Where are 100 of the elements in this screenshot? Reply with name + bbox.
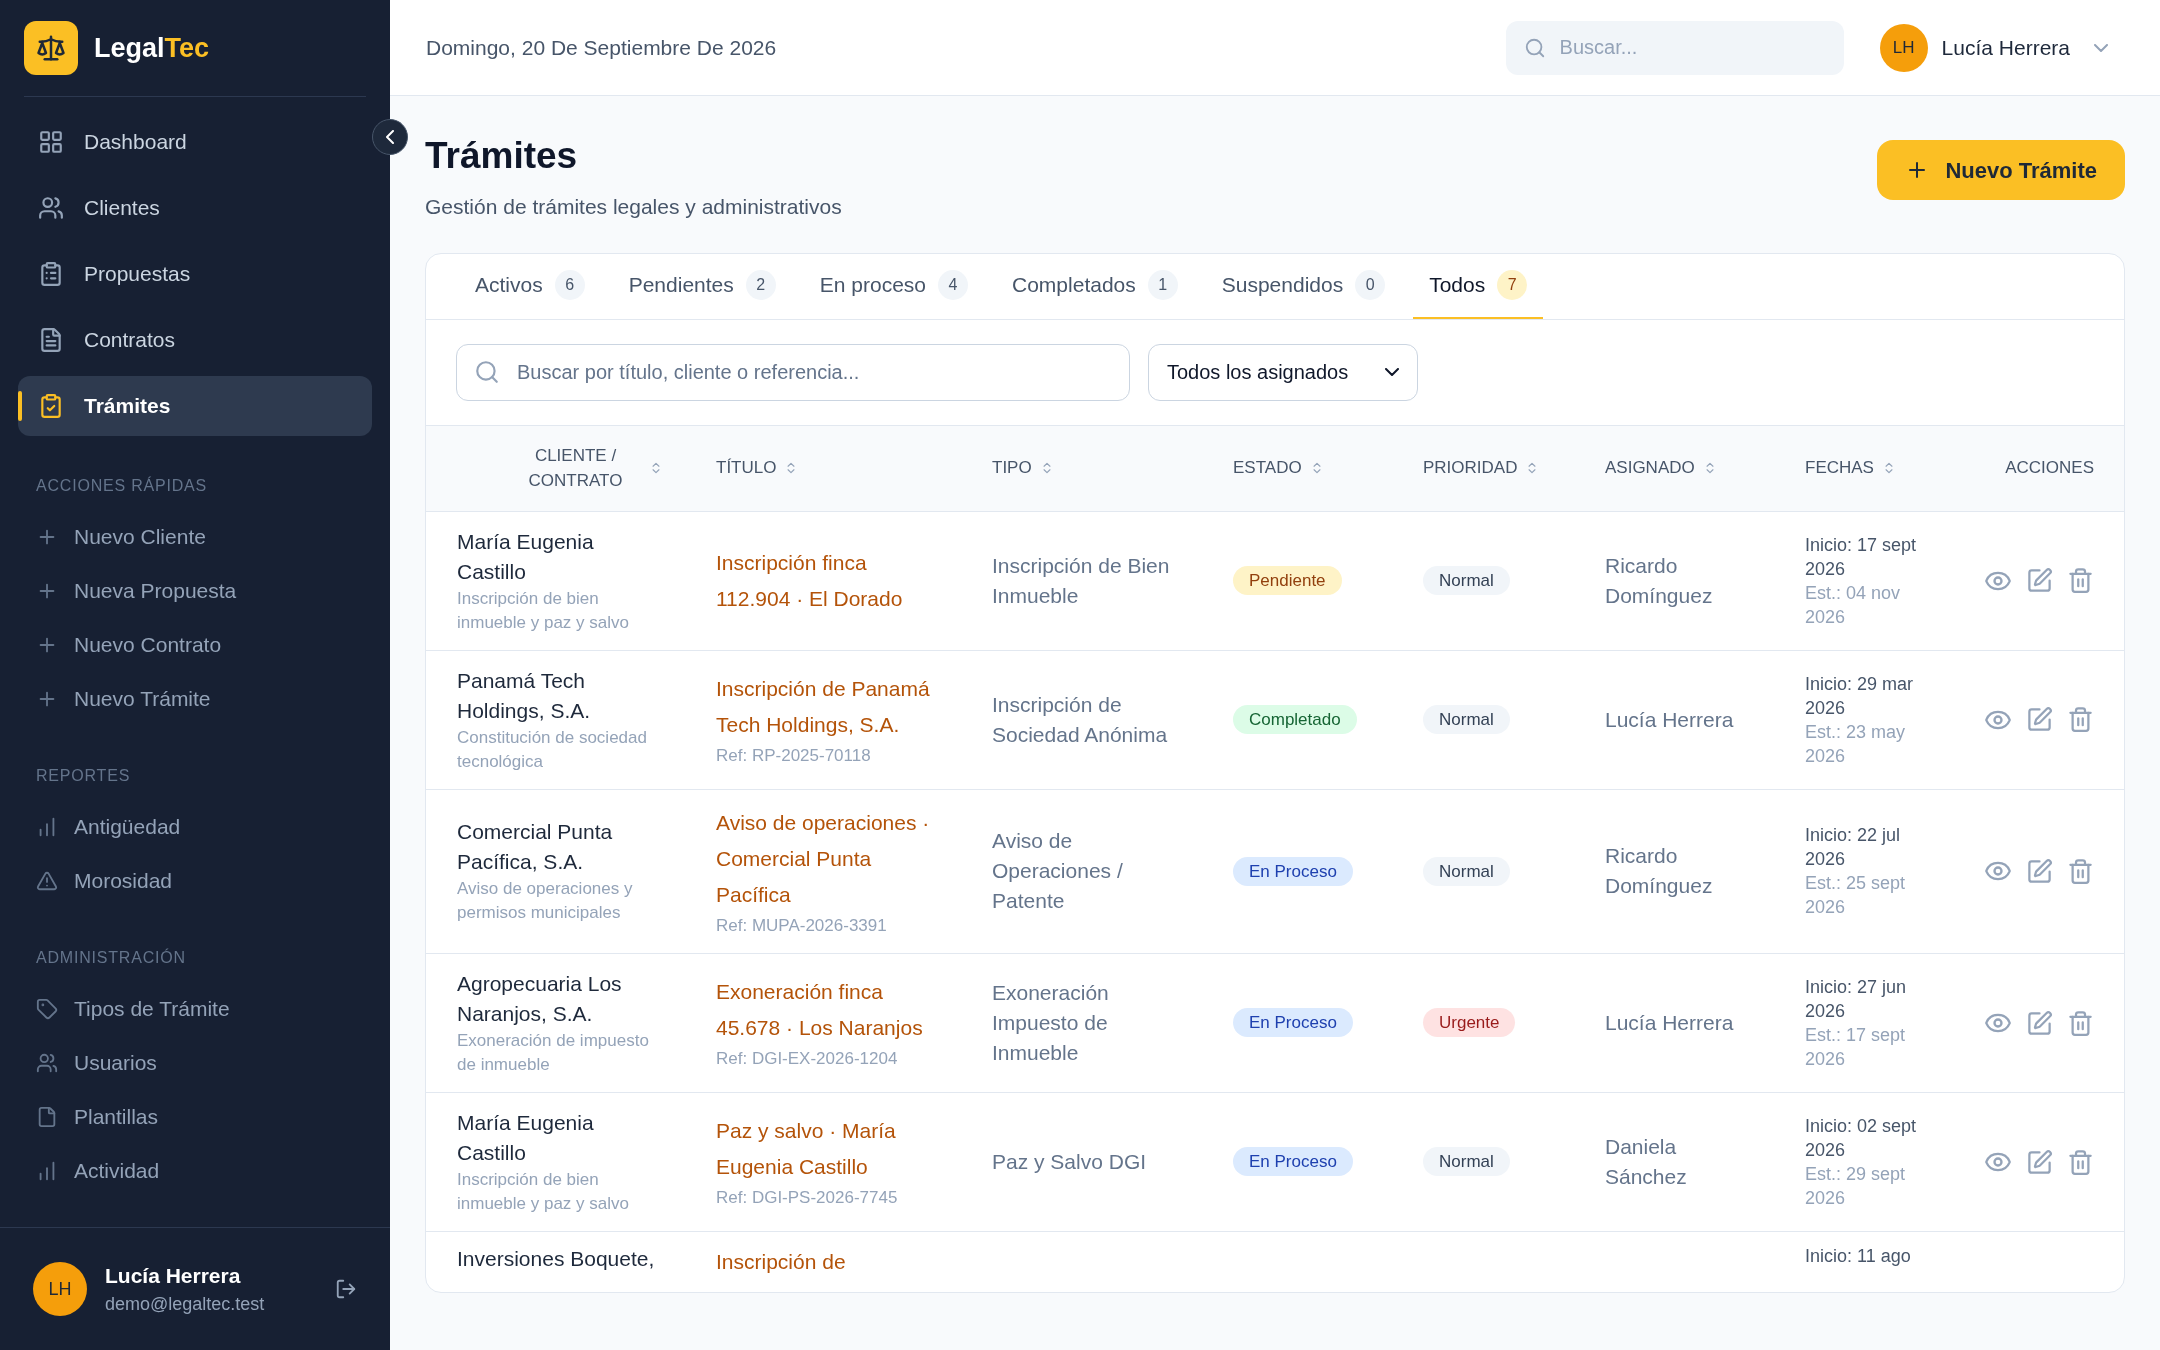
file-icon <box>36 1106 58 1128</box>
trash-icon[interactable] <box>2067 567 2094 594</box>
user-menu[interactable]: LH Lucía Herrera <box>1879 23 2108 72</box>
table-search-field[interactable]: Buscar por título, cliente o referencia... <box>456 343 1130 401</box>
tab[interactable]: Pendientes 2 <box>612 253 792 319</box>
tramite-title[interactable]: Paz y salvo · María Eugenia Castillo <box>716 1113 936 1186</box>
edit-icon[interactable] <box>2026 706 2053 733</box>
trash-icon[interactable] <box>2067 857 2094 885</box>
avatar: LH <box>1879 23 1928 72</box>
section-title: ACCIONES RÁPIDAS <box>36 475 209 496</box>
status-badge: Completado <box>1233 704 1357 734</box>
edit-icon[interactable] <box>2026 1009 2053 1037</box>
tab[interactable]: Completados 1 <box>996 253 1194 319</box>
edit-icon[interactable] <box>2026 1148 2053 1176</box>
tab[interactable]: Suspendidos 0 <box>1205 253 1402 319</box>
column-header: ESTADO <box>1233 457 1302 480</box>
priority-badge: Normal <box>1423 704 1510 734</box>
sidebar-link[interactable]: Nuevo Contrato <box>36 618 354 672</box>
warning-icon <box>36 870 58 892</box>
client-description: Inscripción de bien inmueble y paz y salvo <box>457 1169 630 1215</box>
section-title: ADMINISTRACIÓN <box>36 947 187 968</box>
clipboard-icon <box>38 393 64 419</box>
column-header: TIPO <box>992 457 1032 480</box>
section-title: REPORTES <box>36 766 132 786</box>
tramite-type: Exoneración Impuesto de Inmueble <box>992 981 1109 1064</box>
clipboard-icon <box>38 261 64 287</box>
priority-badge: Urgente <box>1423 1008 1516 1038</box>
collapse-button[interactable] <box>372 119 408 155</box>
sidebar-link[interactable]: Tipos de Trámite <box>36 982 354 1036</box>
priority-badge: Normal <box>1423 856 1510 886</box>
nav-item[interactable]: Propuestas <box>18 244 372 304</box>
status-badge: En Proceso <box>1233 856 1353 886</box>
tramite-type: Aviso de Operaciones / Patente <box>992 829 1123 913</box>
start-date: Inicio: 27 jun 2026 <box>1805 976 1908 1023</box>
search-field[interactable]: Buscar... <box>1505 20 1844 75</box>
client-name: María Eugenia Castillo <box>457 1110 595 1166</box>
edit-icon[interactable] <box>2026 567 2053 594</box>
start-date: Inicio: 11 ago <box>1805 1245 1912 1268</box>
logout-icon[interactable] <box>335 1278 357 1300</box>
status-badge: En Proceso <box>1233 1147 1353 1177</box>
start-date: Inicio: 17 sept 2026 <box>1805 533 1918 581</box>
users-icon <box>38 195 64 221</box>
assignee: Lucía Herrera <box>1605 1011 1734 1034</box>
column-header: FECHAS <box>1805 457 1874 480</box>
column-header: TÍTULO <box>716 457 777 480</box>
new-tramite-button[interactable]: Nuevo Trámite <box>1877 140 2125 200</box>
sidebar-link[interactable]: Usuarios <box>36 1036 354 1090</box>
priority-badge: Normal <box>1423 1147 1510 1177</box>
tab-count: 1 <box>1147 270 1178 300</box>
logo-icon <box>24 21 78 75</box>
tab-count: 6 <box>554 270 585 300</box>
status-badge: En Proceso <box>1233 1008 1353 1038</box>
page-title: Trámites <box>425 134 579 178</box>
tramite-title[interactable]: Aviso de operaciones · Comercial Punta Pacífica <box>716 804 936 913</box>
reference: Ref: MUPA-2026-3391 <box>716 914 888 937</box>
assignee: Daniela Sánchez <box>1605 1135 1687 1188</box>
user-name: Lucía Herrera <box>1941 34 2070 61</box>
reference: Ref: RP-2025-70118 <box>716 744 872 767</box>
nav-item[interactable]: Clientes <box>18 178 372 238</box>
avatar: LH <box>33 1262 87 1316</box>
search-icon <box>1523 36 1546 59</box>
edit-icon[interactable] <box>2026 857 2053 885</box>
tramite-type: Inscripción de Bien Inmueble <box>992 553 1170 607</box>
trash-icon[interactable] <box>2067 1009 2094 1037</box>
user-email: demo@legaltec.test <box>105 1293 266 1317</box>
sidebar-link[interactable]: Actividad <box>36 1144 354 1198</box>
tramite-title[interactable]: Inscripción de <box>716 1244 936 1280</box>
client-description: Inscripción de bien inmueble y paz y salvo <box>457 587 630 634</box>
sidebar-link[interactable]: Nueva Propuesta <box>36 564 354 618</box>
page-subtitle: Gestión de trámites legales y administrativos <box>425 194 842 220</box>
sidebar-link[interactable]: Nuevo Cliente <box>36 510 354 564</box>
client-name: María Eugenia Castillo <box>457 528 595 585</box>
column-header: CLIENTE / CONTRATO <box>527 444 624 492</box>
tab[interactable]: Activos 6 <box>459 253 601 319</box>
nav-item[interactable]: Trámites <box>18 376 372 436</box>
client-name: Panamá Tech Holdings, S.A. <box>457 667 592 724</box>
trash-icon[interactable] <box>2067 706 2094 733</box>
assignee-dropdown[interactable]: Todos los asignados <box>1148 343 1418 401</box>
reference: Ref: DGI-PS-2026-7745 <box>716 1187 899 1210</box>
sidebar-link[interactable]: Nuevo Trámite <box>36 672 354 726</box>
sidebar-link[interactable]: Plantillas <box>36 1090 354 1144</box>
active-indicator <box>18 391 22 421</box>
nav-item[interactable]: Dashboard <box>18 112 372 172</box>
sidebar-link[interactable]: Antigüedad <box>36 800 354 854</box>
assignee: Lucía Herrera <box>1605 707 1734 731</box>
estimate-date: Est.: 23 may 2026 <box>1805 720 1907 768</box>
tab[interactable]: En proceso 4 <box>803 253 984 319</box>
nav-item[interactable]: Contratos <box>18 310 372 370</box>
chevron-down-icon <box>1385 368 1399 376</box>
tramite-title[interactable]: Exoneración finca 45.678 · Los Naranjos <box>716 974 936 1047</box>
tab-count: 4 <box>938 270 968 300</box>
search-icon <box>474 358 500 385</box>
estimate-date: Est.: 04 nov 2026 <box>1805 581 1902 629</box>
estimate-date: Est.: 29 sept 2026 <box>1805 1163 1907 1210</box>
tramite-title[interactable]: Inscripción de Panamá Tech Holdings, S.A. <box>716 670 936 743</box>
priority-badge: Normal <box>1423 565 1510 595</box>
sidebar-link[interactable]: Morosidad <box>36 854 354 908</box>
trash-icon[interactable] <box>2067 1148 2094 1176</box>
tab[interactable]: Todos 7 <box>1413 253 1544 319</box>
tramite-title[interactable]: Inscripción finca 112.904 · El Dorado <box>716 544 936 617</box>
